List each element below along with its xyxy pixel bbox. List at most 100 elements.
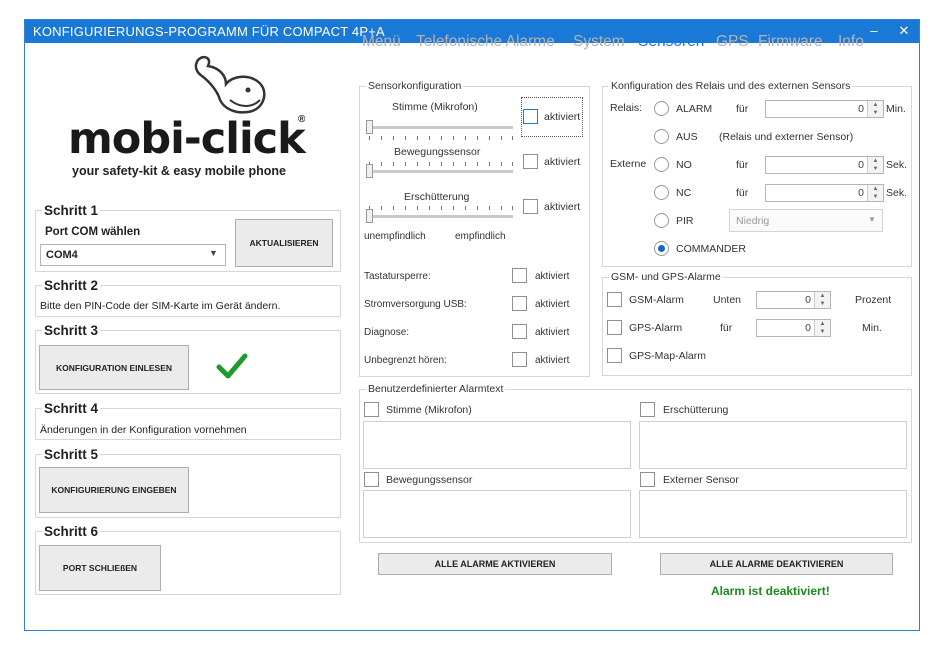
- port-value: COM4: [46, 249, 78, 261]
- voice-slider-track[interactable]: [366, 126, 513, 129]
- insensitive-label: unempfindlich: [364, 231, 426, 242]
- custom-external-textarea[interactable]: [639, 490, 907, 538]
- pir-level-select[interactable]: Niedrig ▼: [729, 209, 883, 232]
- motion-slider-ticks: [369, 162, 513, 166]
- custom-motion-textarea[interactable]: [363, 490, 631, 538]
- custom-shock-checkbox[interactable]: [640, 402, 655, 417]
- relay-alarm-for-label: für: [736, 103, 749, 115]
- tab-firmware[interactable]: Firmware: [758, 33, 823, 51]
- external-commander-radio[interactable]: [654, 241, 669, 256]
- keylock-checkbox[interactable]: [512, 268, 527, 283]
- gps-map-alarm-checkbox[interactable]: [607, 348, 622, 363]
- shock-active-label: aktiviert: [544, 201, 581, 213]
- custom-motion-label: Bewegungssensor: [386, 474, 473, 486]
- tab-phone-alarms[interactable]: Telefonische Alarme: [416, 33, 555, 51]
- port-label: Port COM wählen: [45, 226, 141, 238]
- gps-alarm-spinner[interactable]: ▲ ▼: [814, 320, 830, 336]
- write-config-button[interactable]: KONFIGURIERUNG EINGEBEN: [39, 467, 189, 513]
- shock-slider-track[interactable]: [366, 215, 513, 218]
- relay-alarm-minutes-input[interactable]: 0 ▲ ▼: [765, 100, 884, 118]
- gps-alarm-checkbox[interactable]: [607, 320, 622, 335]
- gps-minutes-unit: Min.: [862, 322, 882, 334]
- external-nc-seconds-input[interactable]: 0 ▲ ▼: [765, 184, 884, 202]
- spin-down-icon[interactable]: ▼: [868, 193, 883, 201]
- gsm-alarm-spinner[interactable]: ▲ ▼: [814, 292, 830, 308]
- unlimited-listen-checkbox[interactable]: [512, 352, 527, 367]
- spin-down-icon[interactable]: ▼: [868, 165, 883, 173]
- step-3-title: Schritt 3: [42, 323, 101, 338]
- external-no-seconds-input[interactable]: 0 ▲ ▼: [765, 156, 884, 174]
- motion-slider-track[interactable]: [366, 170, 513, 173]
- relay-alarm-radio[interactable]: [654, 101, 669, 116]
- external-nc-radio[interactable]: [654, 185, 669, 200]
- shock-slider-thumb[interactable]: [366, 209, 373, 223]
- external-no-radio[interactable]: [654, 157, 669, 172]
- usb-power-checkbox[interactable]: [512, 296, 527, 311]
- relay-alarm-spinner[interactable]: ▲ ▼: [867, 101, 883, 117]
- unlimited-listen-label: Unbegrenzt hören:: [364, 355, 447, 366]
- shock-slider-ticks: [369, 206, 513, 210]
- chevron-down-icon: ▼: [209, 248, 218, 258]
- custom-motion-checkbox[interactable]: [364, 472, 379, 487]
- motion-active-checkbox[interactable]: [523, 154, 538, 169]
- spin-up-icon[interactable]: ▲: [868, 101, 883, 109]
- brand-name: mobi-click: [68, 114, 306, 164]
- registered-mark: ®: [298, 114, 306, 125]
- tab-gps[interactable]: GPS: [716, 33, 749, 51]
- relay-off-radio[interactable]: [654, 129, 669, 144]
- custom-external-checkbox[interactable]: [640, 472, 655, 487]
- tab-menu[interactable]: Menü: [362, 33, 401, 51]
- refresh-button[interactable]: AKTUALISIEREN: [235, 219, 333, 267]
- sensor-config-title: Sensorkonfiguration: [366, 80, 464, 92]
- spin-down-icon[interactable]: ▼: [815, 328, 830, 336]
- diagnosis-checkbox[interactable]: [512, 324, 527, 339]
- spin-down-icon[interactable]: ▼: [868, 109, 883, 117]
- tab-system[interactable]: System: [573, 33, 625, 51]
- custom-shock-textarea[interactable]: [639, 421, 907, 469]
- close-port-button[interactable]: PORT SCHLIEßEN: [39, 545, 161, 591]
- external-pir-label: PIR: [676, 215, 694, 227]
- spin-up-icon[interactable]: ▲: [868, 185, 883, 193]
- spin-up-icon[interactable]: ▲: [815, 320, 830, 328]
- keylock-active-label: aktiviert: [535, 271, 570, 282]
- logo: mobi-click ® your safety-kit & easy mobi…: [60, 52, 320, 182]
- close-icon[interactable]: ✕: [893, 22, 915, 40]
- spin-up-icon[interactable]: ▲: [815, 292, 830, 300]
- diagnosis-active-label: aktiviert: [535, 327, 570, 338]
- step-5-title: Schritt 5: [42, 447, 101, 462]
- tab-sensors[interactable]: Sensoren: [638, 33, 704, 51]
- spin-down-icon[interactable]: ▼: [815, 300, 830, 308]
- gsm-below-label: Unten: [713, 294, 742, 306]
- voice-active-checkbox[interactable]: [523, 109, 538, 124]
- external-no-seconds-value: 0: [858, 159, 864, 171]
- external-no-label: NO: [676, 159, 692, 171]
- step-6-title: Schritt 6: [42, 524, 101, 539]
- motion-slider-thumb[interactable]: [366, 164, 373, 178]
- sensitive-label: empfindlich: [455, 231, 506, 242]
- tab-info[interactable]: Info: [838, 33, 864, 51]
- spin-up-icon[interactable]: ▲: [868, 157, 883, 165]
- step-2-title: Schritt 2: [42, 278, 101, 293]
- deactivate-all-alarms-button[interactable]: ALLE ALARME DEAKTIVIEREN: [660, 553, 893, 575]
- relay-off-label: AUS: [676, 131, 698, 143]
- shock-active-checkbox[interactable]: [523, 199, 538, 214]
- minimize-icon[interactable]: –: [863, 22, 885, 40]
- usb-power-active-label: aktiviert: [535, 299, 570, 310]
- relay-alarm-unit: Min.: [886, 103, 906, 115]
- pir-level-value: Niedrig: [736, 215, 770, 227]
- read-config-button[interactable]: KONFIGURATION EINLESEN: [39, 345, 189, 390]
- gps-alarm-minutes-value: 0: [805, 322, 811, 334]
- gsm-alarm-checkbox[interactable]: [607, 292, 622, 307]
- custom-voice-checkbox[interactable]: [364, 402, 379, 417]
- voice-slider-thumb[interactable]: [366, 120, 373, 134]
- port-select[interactable]: COM4 ▼: [40, 244, 226, 266]
- gps-alarm-minutes-input[interactable]: 0 ▲ ▼: [756, 319, 831, 337]
- external-pir-radio[interactable]: [654, 213, 669, 228]
- external-nc-spinner[interactable]: ▲ ▼: [867, 185, 883, 201]
- keylock-label: Tastatursperre:: [364, 271, 431, 282]
- custom-voice-textarea[interactable]: [363, 421, 631, 469]
- gps-map-alarm-label: GPS-Map-Alarm: [629, 350, 707, 362]
- gsm-alarm-percent-input[interactable]: 0 ▲ ▼: [756, 291, 831, 309]
- activate-all-alarms-button[interactable]: ALLE ALARME AKTIVIEREN: [378, 553, 612, 575]
- external-no-spinner[interactable]: ▲ ▼: [867, 157, 883, 173]
